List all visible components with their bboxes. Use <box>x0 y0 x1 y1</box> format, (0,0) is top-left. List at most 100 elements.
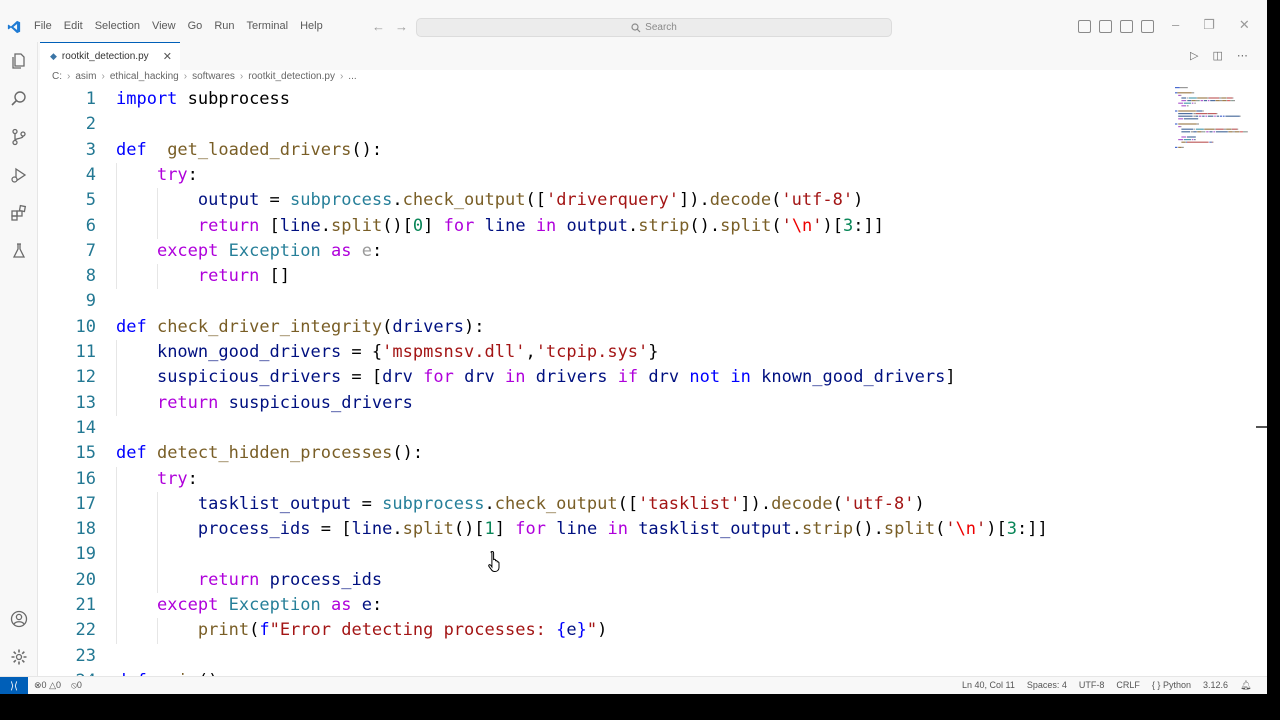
indentation[interactable]: Spaces: 4 <box>1027 680 1067 691</box>
code-line[interactable]: 22 print(f"Error detecting processes: {e… <box>38 618 1267 643</box>
file-encoding[interactable]: UTF-8 <box>1079 680 1105 691</box>
accounts-icon[interactable] <box>10 610 28 628</box>
breadcrumb-folder-softwares[interactable]: softwares <box>192 71 235 82</box>
breadcrumb-drive[interactable]: C: <box>52 71 62 82</box>
code-token: if <box>617 367 639 388</box>
minimize-icon[interactable]: – <box>1172 17 1179 33</box>
more-actions-icon[interactable]: ⋯ <box>1237 49 1248 62</box>
python-version[interactable]: 3.12.6 <box>1203 680 1228 691</box>
code-token: check_driver_integrity <box>156 316 383 337</box>
code-line[interactable]: 16 try: <box>38 467 1267 492</box>
source-control-icon[interactable] <box>10 128 28 146</box>
code-line[interactable]: 5 output = subprocess.check_output(['dri… <box>38 188 1267 213</box>
back-arrow-icon[interactable]: ← <box>372 19 385 34</box>
code-token: 'tcpip.sys' <box>535 342 649 362</box>
menu-selection[interactable]: Selection <box>95 20 140 32</box>
code-line[interactable]: 23 <box>38 644 1267 669</box>
line-number: 24 <box>38 669 96 676</box>
split-editor-icon[interactable]: ◫ <box>1212 49 1222 62</box>
code-token: : <box>187 468 198 489</box>
code-token: \n <box>955 519 977 540</box>
minimap-token <box>1203 131 1205 133</box>
code-line[interactable]: 14 <box>38 416 1267 441</box>
ports-indicator[interactable]: ⦸0 <box>71 680 82 691</box>
end-of-line[interactable]: CRLF <box>1116 680 1140 691</box>
code-line[interactable]: 20 return process_ids <box>38 568 1267 593</box>
code-line[interactable]: 1 import subprocess <box>38 87 1267 112</box>
close-window-icon[interactable]: ✕ <box>1239 17 1250 33</box>
code-token: try <box>156 164 188 185</box>
forward-arrow-icon[interactable]: → <box>395 19 408 34</box>
run-debug-icon[interactable] <box>10 166 28 184</box>
toggle-primary-sidebar-icon[interactable] <box>1078 20 1091 33</box>
code-token: ([ <box>617 493 639 514</box>
code-line[interactable]: 17 tasklist_output = subprocess.check_ou… <box>38 492 1267 517</box>
close-tab-icon[interactable]: ✕ <box>163 50 172 63</box>
problems-indicator[interactable]: ⊗0 △0 <box>34 680 61 691</box>
code-line[interactable]: 9 <box>38 289 1267 314</box>
code-token: split <box>331 215 383 236</box>
search-view-icon[interactable] <box>10 90 28 108</box>
code-token: Exception <box>228 240 321 261</box>
code-editor[interactable]: 1 import subprocess 2 3 def get_loaded_drive… <box>38 86 1267 676</box>
menu-help[interactable]: Help <box>300 20 323 32</box>
toggle-secondary-sidebar-icon[interactable] <box>1120 20 1133 33</box>
code-line[interactable]: 7 except Exception as e: <box>38 239 1267 264</box>
minimap[interactable] <box>1175 86 1250 150</box>
explorer-icon[interactable] <box>10 52 28 70</box>
code-token: : <box>187 164 198 185</box>
minimap-token <box>1183 139 1191 141</box>
restore-icon[interactable]: ❐ <box>1203 17 1215 33</box>
code-line[interactable]: 13 return suspicious_drivers <box>38 391 1267 416</box>
code-line[interactable]: 18 process_ids = [line.split()[1] for li… <box>38 517 1267 542</box>
menu-edit[interactable]: Edit <box>64 20 83 32</box>
minimap-token <box>1181 105 1187 107</box>
code-line[interactable]: 21 except Exception as e: <box>38 593 1267 618</box>
code-line[interactable]: 3 def get_loaded_drivers(): <box>38 138 1267 163</box>
tab-rootkit-detection[interactable]: ◆ rootkit_detection.py ✕ <box>40 42 180 70</box>
minimap-token <box>1214 128 1216 130</box>
code-token: ] <box>423 215 444 236</box>
code-line[interactable]: 10 def check_driver_integrity(drivers): <box>38 315 1267 340</box>
customize-layout-icon[interactable] <box>1141 20 1154 33</box>
manage-gear-icon[interactable] <box>10 648 28 666</box>
code-line[interactable]: 15 def detect_hidden_processes(): <box>38 441 1267 466</box>
code-token: (): <box>392 443 424 464</box>
menu-run[interactable]: Run <box>214 20 234 32</box>
menu-terminal[interactable]: Terminal <box>247 20 289 32</box>
notifications-bell-icon[interactable]: 🔔︎ <box>1240 680 1251 691</box>
language-mode[interactable]: { } Python <box>1152 680 1191 691</box>
code-token: as <box>331 240 352 261</box>
code-line[interactable]: 11 known_good_drivers = {'mspmsnsv.dll',… <box>38 340 1267 365</box>
code-line[interactable]: 6 return [line.split()[0] for line in ou… <box>38 214 1267 239</box>
code-line[interactable]: 12 suspicious_drivers = [drv for drv in … <box>38 365 1267 390</box>
extensions-icon[interactable] <box>10 204 28 222</box>
breadcrumb-folder-ethical-hacking[interactable]: ethical_hacking <box>110 71 179 82</box>
code-line[interactable]: 2 <box>38 112 1267 137</box>
code-line[interactable]: 19 <box>38 542 1267 567</box>
remote-indicator-icon[interactable]: ⟩⟨ <box>0 677 28 694</box>
minimap-token <box>1191 100 1192 102</box>
breadcrumb-file[interactable]: rootkit_detection.py <box>248 71 335 82</box>
code-line[interactable]: 4 try: <box>38 163 1267 188</box>
minimap-token <box>1204 131 1206 133</box>
command-center-search[interactable]: Search <box>416 18 892 37</box>
breadcrumb-symbol[interactable]: ... <box>348 71 356 82</box>
testing-flask-icon[interactable] <box>10 242 28 260</box>
minimap-token <box>1231 100 1233 102</box>
cursor-position[interactable]: Ln 40, Col 11 <box>962 680 1015 691</box>
minimap-token <box>1235 131 1239 133</box>
breadcrumb-folder-asim[interactable]: asim <box>75 71 96 82</box>
menu-go[interactable]: Go <box>188 20 203 32</box>
code-line[interactable]: 24 def main(): <box>38 669 1267 676</box>
minimap-token <box>1232 97 1234 99</box>
scrollbar-position-marker[interactable] <box>1256 426 1267 428</box>
menu-file[interactable]: File <box>34 20 52 32</box>
toggle-panel-icon[interactable] <box>1099 20 1112 33</box>
code-token: ): <box>464 316 485 337</box>
code-line[interactable]: 8 return [] <box>38 264 1267 289</box>
code-token: check_output <box>494 493 618 514</box>
run-file-icon[interactable]: ▷ <box>1190 49 1198 62</box>
menu-view[interactable]: View <box>152 20 176 32</box>
